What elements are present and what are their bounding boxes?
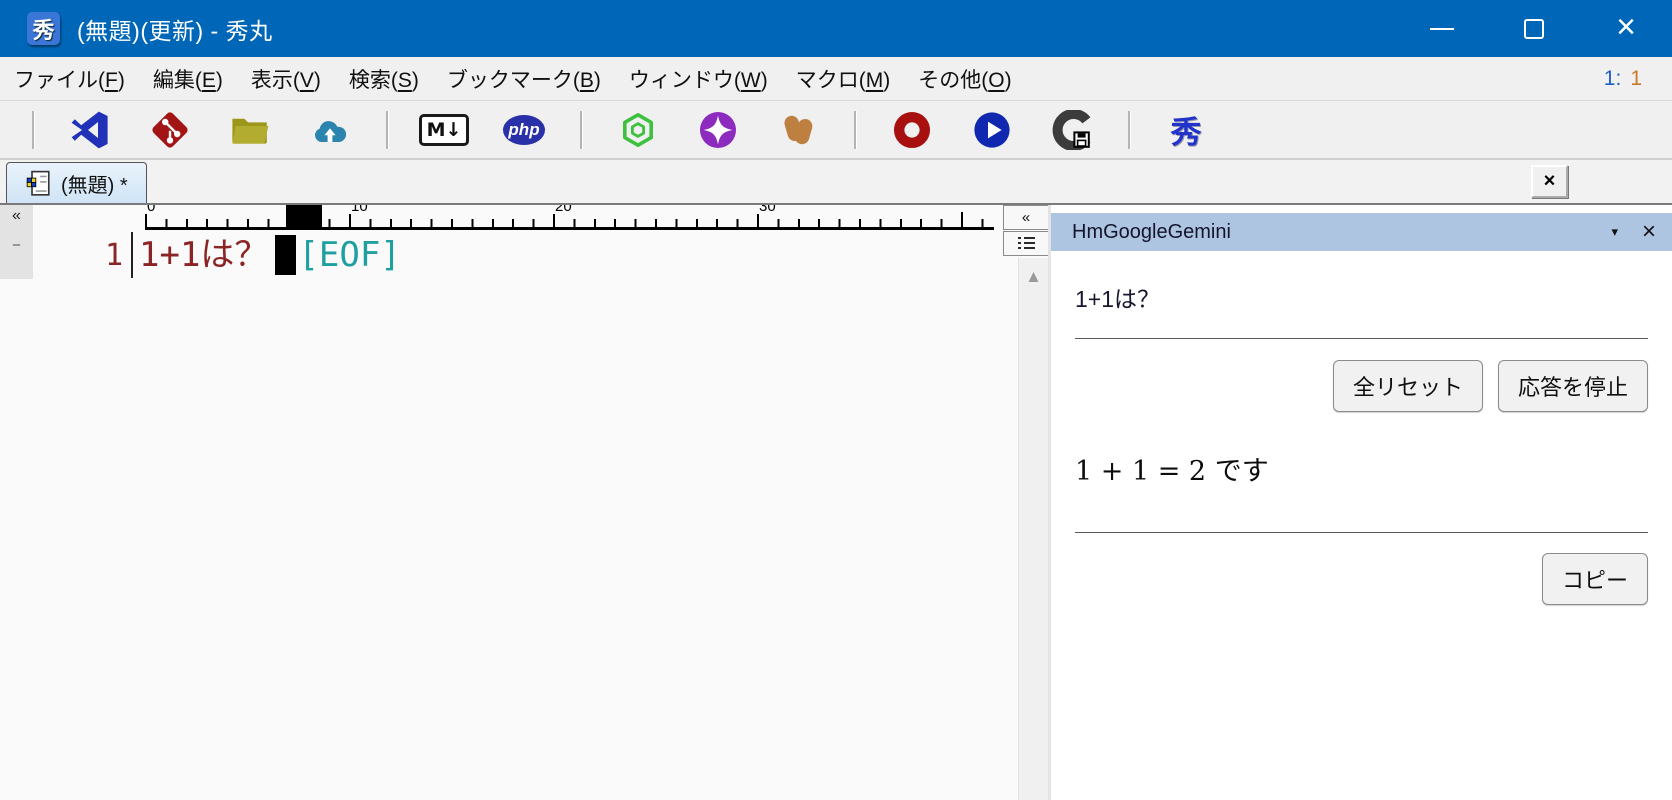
vscode-icon <box>70 110 110 150</box>
menu-other[interactable]: その他(O) <box>904 64 1025 94</box>
menu-window[interactable]: ウィンドウ(W) <box>615 64 782 94</box>
hidemaru-app-icon: 秀 <box>27 12 60 45</box>
minimize-button[interactable] <box>1396 0 1488 57</box>
panel-menu-button[interactable]: ▾ <box>1611 224 1618 240</box>
hidemaru-icon: 秀 <box>1171 107 1202 152</box>
column-ruler: 0 10 20 30 <box>145 205 994 230</box>
fold-marker[interactable]: − <box>12 237 21 254</box>
tab-label: (無題) * <box>61 169 128 198</box>
collapse-right-button[interactable]: « <box>1003 205 1048 230</box>
maximize-icon <box>1524 19 1544 39</box>
toolbar-git-button[interactable] <box>149 109 191 151</box>
position-column: 1 <box>1630 67 1642 90</box>
folder-icon <box>230 110 270 150</box>
close-button[interactable]: × <box>1580 0 1672 57</box>
window-controls: × <box>1396 0 1672 57</box>
text-cursor <box>275 235 296 275</box>
record-icon <box>892 110 932 150</box>
editor-line-1: 1 1+1は？ [EOF] <box>33 232 401 278</box>
maximize-button[interactable] <box>1488 0 1580 57</box>
divider <box>1075 338 1648 339</box>
menu-bar: ファイル(F) 編集(E) 表示(V) 検索(S) ブックマーク(B) ウィンド… <box>0 57 1672 100</box>
editor-area[interactable]: « − 0 10 20 30 1 1+1は？ [EOF] <box>0 205 1000 800</box>
title-bar: 秀 (無題)(更新) - 秀丸 × <box>0 0 1672 57</box>
eof-marker: [EOF] <box>298 232 400 278</box>
panel-body: 1+1は？ 全リセット 応答を停止 1 + 1 = 2 です コピー <box>1051 280 1672 605</box>
ruler-cursor-marker <box>286 205 322 230</box>
save-macro-icon <box>1052 110 1092 150</box>
toolbar-play-macro-button[interactable] <box>971 109 1013 151</box>
toolbar-cloud-upload-button[interactable] <box>309 109 351 151</box>
gemini-panel: HmGoogleGemini ▾ × 1+1は？ 全リセット 応答を停止 1 +… <box>1048 205 1672 800</box>
toolbar-record-macro-button[interactable] <box>891 109 933 151</box>
reset-all-button[interactable]: 全リセット <box>1333 360 1483 412</box>
menu-macro[interactable]: マクロ(M) <box>782 64 905 94</box>
divider <box>1075 532 1648 533</box>
toolbar-separator <box>386 111 388 149</box>
toolbar-hidemaru-button[interactable]: 秀 <box>1165 109 1207 151</box>
play-icon <box>972 110 1012 150</box>
line-number-separator <box>131 232 133 278</box>
toolbar-save-macro-button[interactable] <box>1051 109 1093 151</box>
toolbar-separator <box>1128 111 1130 149</box>
position-line: 1: <box>1604 67 1622 90</box>
outline-list-button[interactable] <box>1003 231 1048 256</box>
ruler-label: 30 <box>757 205 778 214</box>
copy-row: コピー <box>1075 553 1648 605</box>
tab-bar: (無題) * × <box>0 160 1672 205</box>
chatgpt-icon <box>618 110 658 150</box>
answer-text: 1 + 1 = 2 です <box>1075 449 1648 488</box>
ruler-label: 10 <box>349 205 370 214</box>
toolbar: M↓ php <box>0 100 1672 160</box>
markdown-icon: M↓ <box>419 114 470 146</box>
menu-search[interactable]: 検索(S) <box>335 64 433 94</box>
panel-close-button[interactable]: × <box>1642 220 1656 244</box>
document-icon <box>25 170 52 197</box>
panel-actions: 全リセット 応答を停止 <box>1075 360 1648 412</box>
toolbar-vscode-button[interactable] <box>69 109 111 151</box>
git-icon <box>150 110 190 150</box>
toolbar-markdown-button[interactable]: M↓ <box>423 109 465 151</box>
stop-response-button[interactable]: 応答を停止 <box>1498 360 1648 412</box>
cloud-upload-icon <box>310 110 350 150</box>
panel-title: HmGoogleGemini <box>1072 221 1231 244</box>
scroll-up-icon[interactable]: ▲ <box>1019 267 1048 287</box>
menu-file[interactable]: ファイル(F) <box>0 64 139 94</box>
menu-view[interactable]: 表示(V) <box>237 64 335 94</box>
toolbar-separator <box>854 111 856 149</box>
prompt-text: 1+1は？ <box>1075 280 1648 314</box>
toolbar-chatgpt-button[interactable] <box>617 109 659 151</box>
copy-button[interactable]: コピー <box>1542 553 1648 605</box>
tab-close-button[interactable]: × <box>1531 165 1568 198</box>
php-icon: php <box>503 115 545 145</box>
vertical-scrollbar[interactable]: ▲ <box>1018 258 1048 800</box>
list-icon <box>1018 237 1035 250</box>
ruler-label: 0 <box>145 205 157 214</box>
gemini-icon <box>698 110 738 150</box>
close-icon: × <box>1616 10 1636 44</box>
menu-edit[interactable]: 編集(E) <box>139 64 237 94</box>
cursor-position-indicator: 1: 1 <box>1604 67 1642 91</box>
toolbar-open-folder-button[interactable] <box>229 109 271 151</box>
toolbar-php-button[interactable]: php <box>503 109 545 151</box>
panel-header: HmGoogleGemini ▾ × <box>1051 213 1672 251</box>
ruler-label: 20 <box>553 205 574 214</box>
toolbar-separator <box>32 111 34 149</box>
toolbar-claude-button[interactable] <box>777 109 819 151</box>
line-number: 1 <box>33 232 123 273</box>
toolbar-gemini-button[interactable] <box>697 109 739 151</box>
minimize-icon <box>1430 28 1454 30</box>
window-title: (無題)(更新) - 秀丸 <box>77 12 273 46</box>
toolbar-separator <box>580 111 582 149</box>
editor-text: 1+1は？ <box>139 232 268 278</box>
claude-icon <box>778 110 818 150</box>
collapse-left-button[interactable]: « <box>12 207 21 225</box>
fold-margin: « − <box>0 205 33 279</box>
editor-scroll-column: « ▲ <box>1000 205 1048 800</box>
menu-bookmark[interactable]: ブックマーク(B) <box>433 64 615 94</box>
tab-untitled[interactable]: (無題) * <box>6 162 147 203</box>
main-area: « − 0 10 20 30 1 1+1は？ [EOF] « ▲ HmG <box>0 205 1672 800</box>
